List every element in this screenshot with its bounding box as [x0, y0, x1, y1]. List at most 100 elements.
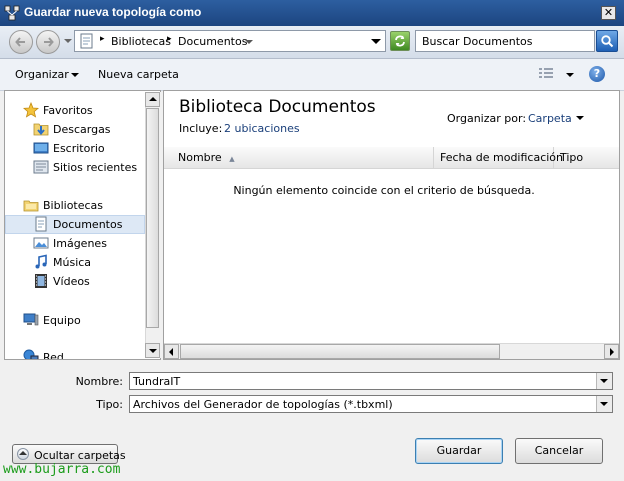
libraries-icon — [23, 200, 39, 212]
file-list-scroll-thumb[interactable] — [180, 344, 500, 359]
nav-item-descargas[interactable]: Descargas — [5, 120, 145, 139]
address-dropdown-icon[interactable] — [371, 39, 381, 44]
star-icon — [23, 102, 39, 118]
nav-item-videos[interactable]: Vídeos — [5, 272, 145, 291]
recent-pages-chevron-icon[interactable] — [64, 39, 72, 43]
hide-folders-button[interactable]: Ocultar carpetas — [12, 444, 126, 464]
search-icon — [601, 35, 614, 48]
filename-value: TundraIT — [133, 375, 181, 388]
hide-folders-label: Ocultar carpetas — [34, 449, 126, 462]
forward-button[interactable] — [36, 30, 60, 54]
scroll-down-button[interactable] — [145, 343, 160, 358]
back-arrow-icon — [15, 37, 25, 47]
column-header-label: Nombre — [178, 151, 222, 164]
pictures-icon — [33, 237, 49, 249]
arrow-up-icon — [19, 451, 27, 455]
nav-item-label: Red — [43, 351, 64, 360]
type-label: Tipo: — [96, 398, 123, 411]
filename-label: Nombre: — [75, 375, 123, 388]
nav-item-label: Bibliotecas — [43, 199, 104, 212]
filename-dropdown-button[interactable] — [596, 373, 612, 389]
file-type-dropdown-button[interactable] — [596, 396, 612, 412]
command-toolbar — [0, 59, 624, 91]
nav-item-label: Música — [53, 256, 92, 269]
nav-item-label: Equipo — [43, 314, 81, 327]
nav-item-label: Favoritos — [43, 104, 93, 117]
file-type-select[interactable]: Archivos del Generador de topologías (*.… — [129, 395, 613, 413]
scroll-up-button[interactable] — [145, 92, 160, 107]
column-header-date[interactable]: Fecha de modificación — [434, 147, 563, 168]
file-type-value: Archivos del Generador de topologías (*.… — [133, 398, 393, 411]
recent-places-icon — [33, 160, 49, 174]
library-title: Biblioteca Documentos — [179, 97, 376, 117]
refresh-icon — [395, 35, 405, 47]
breadcrumb-separator-icon[interactable]: ▸ — [100, 34, 105, 44]
includes-label: Incluye: — [179, 122, 223, 135]
desktop-icon — [33, 142, 49, 154]
nav-item-documentos[interactable]: Documentos — [5, 215, 145, 234]
breadcrumb-chevron-icon[interactable] — [245, 40, 253, 44]
search-input[interactable]: Buscar Documentos — [415, 30, 595, 52]
forward-arrow-icon — [44, 37, 54, 47]
nav-item-sitios-recientes[interactable]: Sitios recientes — [5, 158, 145, 177]
back-button[interactable] — [9, 30, 33, 54]
organize-chevron-icon[interactable] — [71, 73, 79, 77]
nav-item-musica[interactable]: Música — [5, 253, 145, 272]
breadcrumb-separator-icon[interactable]: ▸ — [167, 34, 172, 44]
documents-icon — [35, 216, 47, 232]
address-bar[interactable]: ▸ Bibliotecas ▸ Documentos — [74, 30, 386, 52]
nav-pane-scroll-thumb[interactable] — [146, 108, 159, 328]
scroll-left-button[interactable] — [164, 344, 179, 359]
arrow-down-icon — [149, 349, 157, 353]
new-folder-button[interactable]: Nueva carpeta — [98, 68, 179, 81]
arrow-up-icon — [149, 97, 157, 101]
chevron-down-icon — [600, 379, 608, 383]
cancel-button[interactable]: Cancelar — [515, 438, 603, 464]
app-icon — [4, 5, 20, 21]
arrange-by-value[interactable]: Carpeta — [528, 112, 572, 125]
breadcrumb-documentos[interactable]: Documentos — [178, 35, 247, 48]
network-icon — [23, 349, 39, 359]
column-header-type[interactable]: Tipo — [554, 147, 619, 168]
document-library-icon — [80, 33, 93, 49]
nav-item-label: Sitios recientes — [53, 161, 138, 174]
arrow-right-icon — [610, 348, 614, 356]
save-button[interactable]: Guardar — [415, 438, 503, 464]
nav-item-red[interactable]: Red — [5, 348, 145, 360]
view-options-icon[interactable] — [538, 67, 554, 81]
organize-button[interactable]: Organizar — [15, 68, 69, 81]
downloads-folder-icon — [33, 123, 49, 136]
filename-field[interactable]: TundraIT — [129, 372, 613, 390]
refresh-button[interactable] — [390, 31, 410, 51]
chevron-down-icon — [600, 402, 608, 406]
nav-item-imagenes[interactable]: Imágenes — [5, 234, 145, 253]
arrow-left-icon — [169, 348, 173, 356]
sort-ascending-icon: ▲ — [229, 155, 235, 163]
nav-item-equipo[interactable]: Equipo — [5, 311, 145, 330]
collapse-icon — [17, 448, 29, 460]
nav-item-label: Vídeos — [53, 275, 90, 288]
nav-item-favoritos[interactable]: Favoritos — [5, 101, 145, 120]
window-title: Guardar nueva topología como — [24, 5, 202, 19]
nav-item-label: Escritorio — [53, 142, 105, 155]
nav-item-bibliotecas[interactable]: Bibliotecas — [5, 196, 145, 215]
nav-item-label: Descargas — [53, 123, 111, 136]
help-icon[interactable]: ? — [589, 66, 605, 82]
nav-item-label: Imágenes — [53, 237, 107, 250]
breadcrumb-bibliotecas[interactable]: Bibliotecas — [111, 35, 171, 48]
search-button[interactable] — [596, 30, 618, 52]
empty-list-message: Ningún elemento coincide con el criterio… — [233, 184, 535, 197]
music-icon — [35, 254, 47, 269]
scroll-right-button[interactable] — [604, 344, 619, 359]
column-header-name[interactable]: Nombre ▲ — [172, 147, 434, 168]
navigation-pane: Favoritos Descargas Escritorio Sitios re… — [4, 90, 161, 360]
nav-item-escritorio[interactable]: Escritorio — [5, 139, 145, 158]
includes-locations-link[interactable]: 2 ubicaciones — [224, 122, 300, 135]
videos-icon — [35, 274, 47, 288]
close-button[interactable]: ✕ — [601, 6, 616, 20]
view-chevron-icon[interactable] — [566, 73, 574, 77]
search-placeholder: Buscar Documentos — [422, 35, 533, 48]
arrange-by-chevron-icon[interactable] — [576, 116, 584, 120]
site-watermark: www.bujarra.com — [3, 462, 121, 477]
nav-item-label: Documentos — [53, 218, 123, 231]
